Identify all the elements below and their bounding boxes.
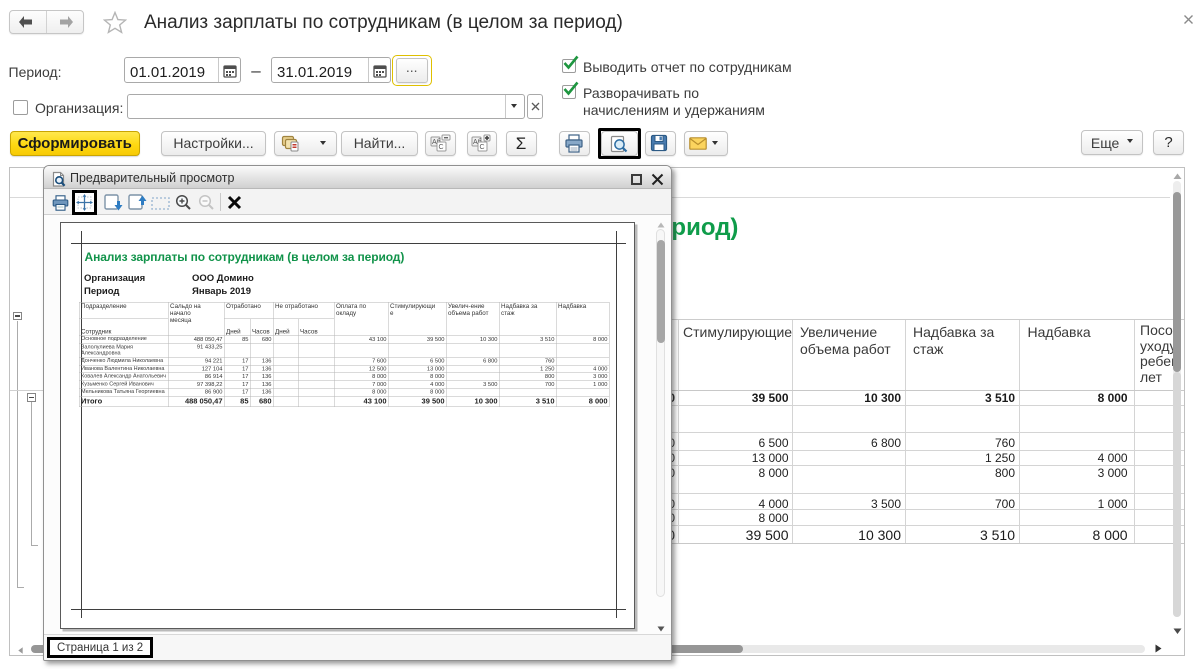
svg-text:С: С bbox=[439, 144, 444, 151]
svg-text:С: С bbox=[480, 144, 485, 151]
